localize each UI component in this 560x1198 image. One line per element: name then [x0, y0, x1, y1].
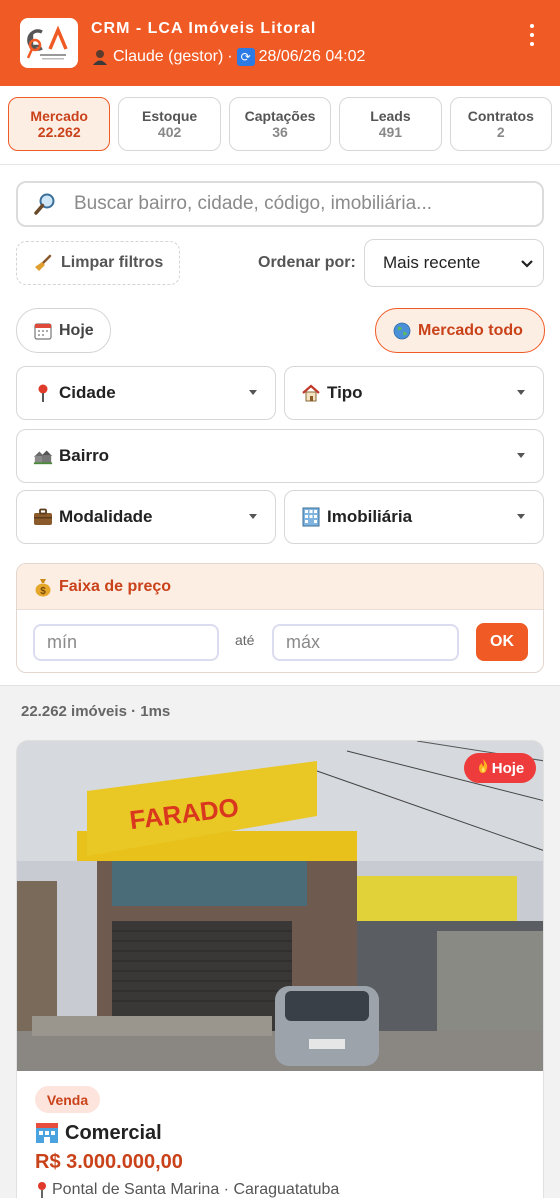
today-label: Hoje	[59, 321, 94, 339]
city-filter[interactable]: Cidade	[16, 366, 276, 420]
tab-label: Estoque	[141, 108, 198, 124]
price-range-header: $ Faixa de preço	[17, 564, 543, 610]
caret-down-icon	[249, 390, 257, 395]
tab-label: Captações	[244, 108, 316, 124]
listing-price: R$ 3.000.000,00	[35, 1151, 183, 1173]
tab-estoque[interactable]: Estoque 402	[118, 97, 221, 151]
sync-icon: ⟳	[236, 48, 255, 66]
listing-photo: FARADO	[17, 741, 543, 1071]
tab-count: 491	[378, 124, 403, 140]
separator: ·	[227, 48, 233, 65]
results-summary: 22.262 imóveis · 1ms	[21, 703, 171, 720]
tab-count: 2	[496, 124, 505, 140]
house-icon	[301, 383, 321, 403]
money-bag-icon: $	[33, 577, 53, 597]
city-filter-label: Cidade	[59, 383, 116, 402]
listing-card[interactable]: FARADO Hoje Venda Comercial R$ 3.000.000…	[16, 740, 544, 1198]
tab-label: Contratos	[467, 108, 534, 124]
company-logo: L	[20, 18, 78, 68]
caret-down-icon	[517, 390, 525, 395]
whole-market-button[interactable]: Mercado todo	[375, 308, 545, 353]
user-name: Claude (gestor)	[113, 48, 224, 65]
tab-count: 402	[157, 124, 182, 140]
modality-filter[interactable]: Modalidade	[16, 490, 276, 544]
divider	[0, 164, 560, 165]
listing-location-text: Pontal de Santa Marina · Caraguatatuba	[52, 1181, 340, 1198]
neighborhood-filter-label: Bairro	[59, 446, 110, 465]
magnifier-icon	[32, 191, 58, 217]
more-menu-icon[interactable]	[522, 22, 542, 48]
chevron-down-icon	[519, 255, 535, 271]
calendar-icon	[33, 321, 53, 341]
max-price-input[interactable]	[272, 624, 459, 661]
apply-price-button[interactable]: OK	[476, 623, 528, 661]
office-building-icon	[301, 507, 321, 527]
pin-icon	[35, 1181, 49, 1198]
broom-icon	[33, 253, 53, 273]
fire-icon	[476, 758, 490, 778]
modality-filter-label: Modalidade	[59, 507, 153, 526]
sort-select[interactable]: Mais recente	[364, 239, 544, 287]
whole-market-label: Mercado todo	[418, 321, 523, 339]
listing-location: Pontal de Santa Marina · Caraguatatuba	[35, 1181, 339, 1198]
min-price-input[interactable]	[33, 624, 219, 661]
store-icon	[35, 1121, 59, 1145]
sort-value: Mais recente	[383, 253, 481, 272]
caret-down-icon	[517, 514, 525, 519]
clear-filters-label: Limpar filtros	[61, 254, 164, 271]
tab-label: Mercado	[30, 108, 88, 124]
sort-label: Ordenar por:	[258, 254, 356, 271]
globe-icon	[392, 321, 412, 341]
user-info: Claude (gestor) · ⟳ 28/06/26 04:02	[91, 48, 365, 66]
person-icon	[91, 48, 109, 66]
app-header: L CRM - LCA Imóveis Litoral Claude (gest…	[0, 0, 560, 86]
tab-leads[interactable]: Leads 491	[339, 97, 442, 151]
type-filter[interactable]: Tipo	[284, 366, 544, 420]
tab-mercado[interactable]: Mercado 22.262	[8, 97, 111, 151]
tab-contratos[interactable]: Contratos 2	[449, 97, 553, 151]
section-tabs: Mercado 22.262 Estoque 402 Captações 36 …	[8, 97, 553, 153]
app-title: CRM - LCA Imóveis Litoral	[91, 20, 317, 37]
caret-down-icon	[249, 514, 257, 519]
tab-captacoes[interactable]: Captações 36	[228, 97, 332, 151]
agency-filter[interactable]: Imobiliária	[284, 490, 544, 544]
tab-label: Leads	[370, 108, 411, 124]
modality-badge: Venda	[35, 1086, 100, 1113]
price-range-title: Faixa de preço	[59, 577, 172, 595]
briefcase-icon	[33, 507, 53, 527]
agency-filter-label: Imobiliária	[327, 507, 413, 526]
listing-type-label: Comercial	[65, 1121, 162, 1144]
range-separator: até	[235, 632, 255, 648]
pin-icon	[33, 383, 53, 403]
new-today-label: Hoje	[491, 759, 525, 777]
search-bar	[16, 181, 544, 227]
tab-count: 22.262	[37, 124, 81, 140]
svg-text:$: $	[40, 586, 46, 597]
price-range-inputs: até OK	[17, 610, 543, 672]
today-filter-button[interactable]: Hoje	[16, 308, 111, 353]
houses-icon	[33, 446, 53, 466]
last-sync-datetime: 28/06/26 04:02	[258, 48, 366, 65]
type-filter-label: Tipo	[327, 383, 363, 402]
listing-type: Comercial	[35, 1121, 162, 1145]
clear-filters-button[interactable]: Limpar filtros	[16, 241, 180, 285]
price-range-panel: $ Faixa de preço até OK	[16, 563, 544, 673]
new-today-badge: Hoje	[464, 753, 536, 783]
neighborhood-filter[interactable]: Bairro	[16, 429, 544, 483]
caret-down-icon	[517, 453, 525, 458]
search-input[interactable]	[74, 193, 514, 215]
tab-count: 36	[272, 124, 288, 140]
